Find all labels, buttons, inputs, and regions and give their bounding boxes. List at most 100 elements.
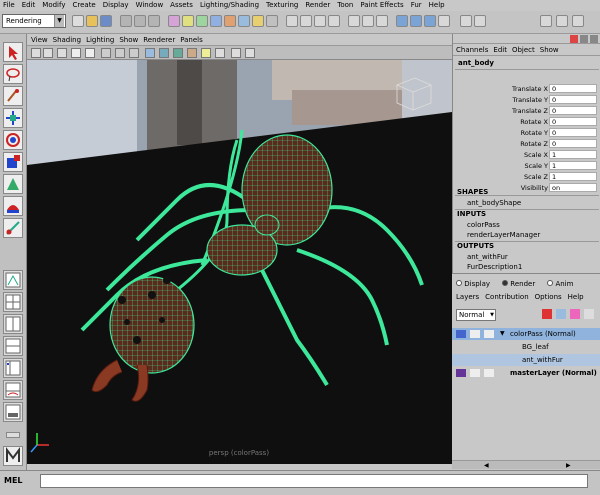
attribute-editor-toggle-icon[interactable]: [474, 15, 486, 27]
select-hierarchy-icon[interactable]: [120, 15, 132, 27]
select-object-icon[interactable]: [134, 15, 146, 27]
mask-misc-icon[interactable]: [266, 15, 278, 27]
layout-two-pane-side-icon[interactable]: [3, 314, 23, 334]
panel-menu-view[interactable]: View: [31, 34, 48, 46]
panel-menu-show[interactable]: Show: [119, 34, 138, 46]
mask-dynamics-icon[interactable]: [238, 15, 250, 27]
menu-paint-effects[interactable]: Paint Effects: [360, 0, 403, 11]
new-layer-icon[interactable]: [542, 309, 552, 319]
attr-scale-z[interactable]: Scale Z1: [453, 172, 600, 182]
channels-menu[interactable]: Channels: [456, 46, 488, 54]
menu-texturing[interactable]: Texturing: [266, 0, 298, 11]
attr-translate-z[interactable]: Translate Z0: [453, 106, 600, 116]
attr-value[interactable]: 0: [549, 95, 597, 104]
object-menu[interactable]: Object: [512, 46, 535, 54]
ipr-render-icon[interactable]: [424, 15, 436, 27]
attr-value[interactable]: on: [549, 183, 597, 192]
output-ops-icon[interactable]: [362, 15, 374, 27]
mask-curves-icon[interactable]: [196, 15, 208, 27]
paint-select-tool-icon[interactable]: [3, 86, 23, 106]
attr-value[interactable]: 1: [549, 150, 597, 159]
camera-attributes-icon[interactable]: [43, 48, 53, 58]
select-camera-icon[interactable]: [31, 48, 41, 58]
output-item[interactable]: FurDescription1: [467, 263, 522, 271]
layer-row-masterlayer[interactable]: masterLayer (Normal): [452, 367, 600, 379]
render-view-icon[interactable]: [396, 15, 408, 27]
mask-joints-icon[interactable]: [182, 15, 194, 27]
input-item[interactable]: renderLayerManager: [467, 231, 540, 239]
snap-point-icon[interactable]: [314, 15, 326, 27]
attr-rotate-z[interactable]: Rotate Z0: [453, 139, 600, 149]
select-component-icon[interactable]: [148, 15, 160, 27]
mask-surfaces-icon[interactable]: [210, 15, 222, 27]
options-menu[interactable]: Options: [535, 293, 562, 301]
snap-grid-icon[interactable]: [286, 15, 298, 27]
new-layer-selected-icon[interactable]: [556, 309, 566, 319]
tool-settings-icon[interactable]: [540, 15, 552, 27]
layer-row-colorpass[interactable]: ▼ colorPass (Normal): [452, 328, 600, 340]
master-render-flag-icon[interactable]: [456, 369, 466, 377]
recycle-icon[interactable]: [470, 369, 480, 377]
move-tool-icon[interactable]: [3, 108, 23, 128]
save-scene-icon[interactable]: [100, 15, 112, 27]
construction-history-icon[interactable]: [376, 15, 388, 27]
shadows-icon[interactable]: [215, 48, 225, 58]
wireframe-on-shaded-icon[interactable]: [173, 48, 183, 58]
layout-icon[interactable]: [570, 35, 578, 43]
attr-value[interactable]: 0: [549, 139, 597, 148]
attr-scale-x[interactable]: Scale X1: [453, 150, 600, 160]
menu-file[interactable]: File: [3, 0, 15, 11]
soft-modification-icon[interactable]: [3, 196, 23, 216]
render-radio[interactable]: Render: [502, 280, 535, 288]
isolate-select-icon[interactable]: [231, 48, 241, 58]
layer-attr-icon[interactable]: [484, 330, 494, 338]
wireframe-icon[interactable]: [145, 48, 155, 58]
film-gate-icon[interactable]: [115, 48, 125, 58]
render-flag-icon[interactable]: [456, 330, 466, 338]
scroll-right-icon[interactable]: ▶: [566, 462, 571, 469]
textured-icon[interactable]: [187, 48, 197, 58]
shape-item[interactable]: ant_bodyShape: [467, 199, 521, 207]
menu-help[interactable]: Help: [429, 0, 445, 11]
input-ops-icon[interactable]: [348, 15, 360, 27]
mask-rendering-icon[interactable]: [252, 15, 264, 27]
edit-menu[interactable]: Edit: [493, 46, 507, 54]
attr-translate-y[interactable]: Translate Y0: [453, 95, 600, 105]
blend-mode-dropdown[interactable]: Normal ▼: [456, 309, 496, 321]
mask-deformers-icon[interactable]: [224, 15, 236, 27]
display-radio[interactable]: Display: [456, 280, 490, 288]
image-plane-icon[interactable]: [71, 48, 81, 58]
menu-assets[interactable]: Assets: [170, 0, 193, 11]
scroll-left-icon[interactable]: ◀: [484, 462, 489, 469]
layout-persp-outliner-icon[interactable]: [3, 358, 23, 378]
attr-value[interactable]: 0: [549, 128, 597, 137]
object-name[interactable]: ant_body: [458, 59, 494, 67]
expand-icon[interactable]: ▼: [500, 328, 505, 340]
2d-pan-zoom-icon[interactable]: [85, 48, 95, 58]
input-item[interactable]: colorPass: [467, 221, 500, 229]
mel-label[interactable]: MEL: [4, 476, 23, 485]
show-manipulator-icon[interactable]: [3, 218, 23, 238]
menu-toon[interactable]: Toon: [337, 0, 353, 11]
grid-icon[interactable]: [101, 48, 111, 58]
show-menu[interactable]: Show: [540, 46, 559, 54]
help-menu[interactable]: Help: [568, 293, 584, 301]
attr-value[interactable]: 1: [549, 161, 597, 170]
anim-radio[interactable]: Anim: [547, 280, 573, 288]
layers-menu[interactable]: Layers: [456, 293, 479, 301]
layout-two-pane-stacked-icon[interactable]: [3, 336, 23, 356]
attr-rotate-x[interactable]: Rotate X0: [453, 117, 600, 127]
panel-menu-shading[interactable]: Shading: [53, 34, 81, 46]
attr-rotate-y[interactable]: Rotate Y0: [453, 128, 600, 138]
render-current-frame-icon[interactable]: [410, 15, 422, 27]
mask-handles-icon[interactable]: [168, 15, 180, 27]
layer-row-bg-leaf[interactable]: BG_leaf: [452, 341, 600, 353]
new-scene-icon[interactable]: [72, 15, 84, 27]
smooth-shade-icon[interactable]: [159, 48, 169, 58]
input-field-icon[interactable]: [460, 15, 472, 27]
attr-scale-y[interactable]: Scale Y1: [453, 161, 600, 171]
menu-edit[interactable]: Edit: [22, 0, 36, 11]
menu-lighting-shading[interactable]: Lighting/Shading: [200, 0, 259, 11]
attr-value[interactable]: 0: [549, 84, 597, 93]
lasso-tool-icon[interactable]: [3, 64, 23, 84]
